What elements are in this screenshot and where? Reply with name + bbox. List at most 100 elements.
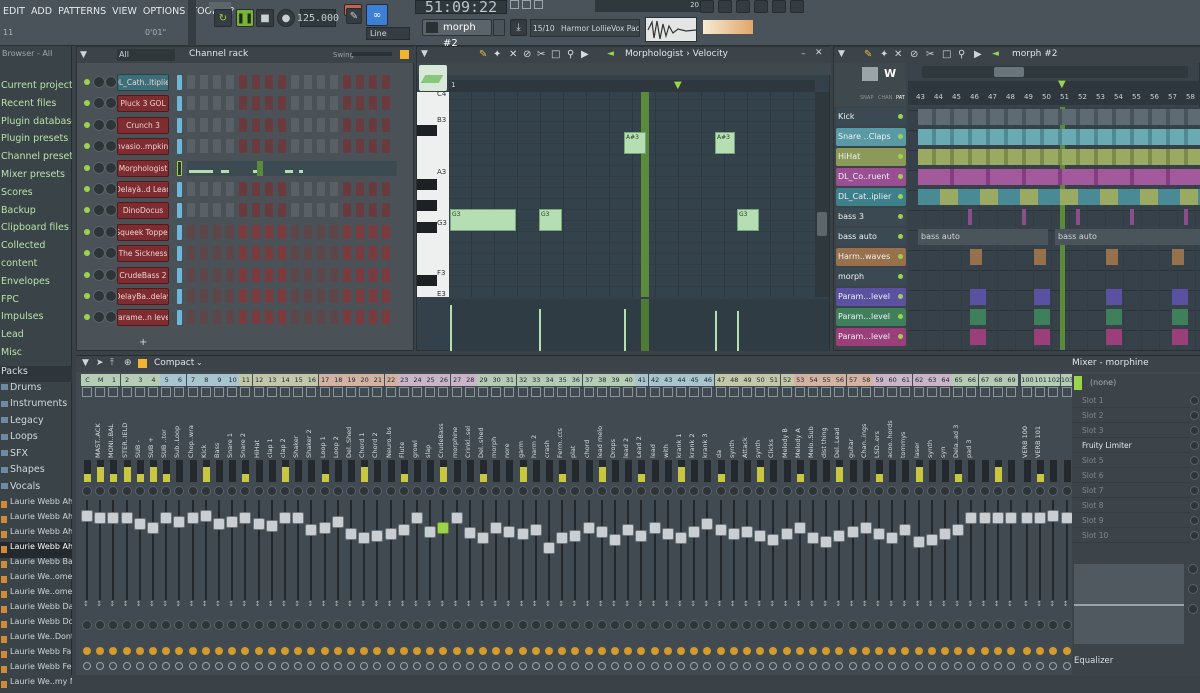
mixer-track[interactable]: 20 Chord 1 ↕ [358,374,372,676]
close-icon[interactable]: ✕ [815,48,823,58]
step-button[interactable] [382,203,390,218]
mixer-volume-fader[interactable] [1060,512,1073,524]
step-button[interactable] [356,96,364,111]
stereo-separation-icon[interactable]: ↕ [109,600,115,608]
mixer-send-knob[interactable] [926,620,937,630]
mixer-send-knob[interactable] [623,620,634,630]
browser-pack-folder[interactable]: Legacy [0,415,72,431]
step-button[interactable] [291,310,299,325]
stereo-separation-icon[interactable]: ↕ [307,600,313,608]
stereo-separation-icon[interactable]: ↕ [439,600,445,608]
mixer-volume-fader[interactable] [186,512,199,524]
step-button[interactable] [239,75,247,89]
step-button[interactable] [356,139,364,154]
mixer-pan-knob[interactable] [134,486,145,496]
step-button[interactable] [291,203,299,218]
record-mode-icon[interactable] [510,0,519,9]
mixer-route-icon[interactable] [1048,387,1059,397]
mixer-send-knob[interactable] [1061,620,1072,630]
mixer-route-icon[interactable] [478,387,488,397]
stereo-separation-icon[interactable]: ↕ [492,600,498,608]
stereo-separation-icon[interactable]: ↕ [809,600,815,608]
step-button[interactable] [369,267,377,282]
mixer-route-icon[interactable] [874,387,884,397]
mixer-record-icon[interactable] [1036,662,1045,670]
channel-knob[interactable] [105,225,117,238]
mixer-record-icon[interactable] [492,662,501,670]
mixer-enable-led[interactable] [96,647,105,655]
step-button[interactable] [356,310,364,325]
mixer-track[interactable]: 17 Loop 1 ↕ [318,374,332,676]
mixer-volume-fader[interactable] [411,512,423,524]
mixer-effect-slot[interactable]: Slot 5 [1072,454,1190,468]
channel-knob[interactable] [105,140,117,153]
stereo-separation-icon[interactable]: ↕ [585,600,591,608]
mixer-effect-slot[interactable]: Slot 10 [1072,529,1190,543]
mixer-volume-fader[interactable] [807,532,819,544]
mixer-send-knob[interactable] [95,620,106,630]
stereo-separation-icon[interactable]: ↕ [598,600,604,608]
mixer-pan-knob[interactable] [253,486,264,496]
mixer-volume-fader[interactable] [252,518,265,530]
mixer-pan-knob[interactable] [979,486,990,496]
mixer-volume-fader[interactable] [556,532,569,544]
mixer-route-icon[interactable] [464,387,475,397]
mixer-pan-knob[interactable] [887,486,898,496]
mixer-pan-knob[interactable] [1006,486,1016,496]
mixer-volume-fader[interactable] [978,512,991,524]
stereo-separation-icon[interactable]: ↕ [967,600,973,608]
mixer-volume-fader[interactable] [345,528,357,540]
clip-harm[interactable] [970,249,982,265]
step-button[interactable] [317,224,325,239]
minimize-icon[interactable]: – [801,49,806,59]
mixer-send-knob[interactable] [900,620,911,630]
mixer-enable-led[interactable] [967,647,976,655]
browser-item[interactable]: Plugin database [0,116,72,132]
channel-knob[interactable] [105,247,117,260]
step-button[interactable] [382,96,390,111]
mixer-route-icon[interactable] [451,387,462,397]
mixer-pan-knob[interactable] [1022,486,1032,496]
stereo-separation-icon[interactable]: ↕ [558,600,564,608]
mixer-effect-slot[interactable]: Slot 9 [1072,514,1190,528]
mixer-track[interactable]: 9 Bass ↕ [213,374,226,676]
mixer-track[interactable]: 16 Shaker 2 ↕ [305,374,319,676]
playlist-select-tool-icon[interactable]: □ [942,49,951,60]
mixer-volume-fader[interactable] [793,522,806,534]
mixer-send-knob[interactable] [913,620,924,630]
clip-bass-auto-2[interactable]: bass auto [1055,229,1200,245]
mixer-send-knob[interactable] [451,620,462,630]
mixer-send-knob[interactable] [834,620,845,630]
browser-item[interactable]: Collected [0,240,72,256]
mixer-route-icon[interactable] [834,387,845,397]
mixer-record-icon[interactable] [584,662,593,670]
clip-param[interactable] [970,289,986,305]
channel-knob[interactable] [93,97,105,110]
mixer-send-knob[interactable] [200,620,211,630]
mixer-send-knob[interactable] [108,620,119,630]
mixer-record-icon[interactable] [531,662,540,670]
mixer-track[interactable]: 5 SUB ..tor ↕ [160,374,174,676]
mixer-enable-led[interactable] [518,647,527,655]
channel-mute-led[interactable] [84,228,90,235]
mixer-volume-fader[interactable] [595,526,608,538]
mixer-pan-knob[interactable] [755,486,766,496]
mixer-volume-fader[interactable] [859,522,872,534]
mixer-effect-slot[interactable]: Slot 2 [1072,409,1190,423]
step-button[interactable] [252,246,260,261]
mixer-enable-led[interactable] [1007,647,1015,655]
mixer-send-knob[interactable] [636,620,647,630]
mixer-enable-led[interactable] [927,647,936,655]
step-button[interactable] [187,75,195,89]
playlist-draw-tool-icon[interactable]: ✎ [864,49,872,60]
mixer-route-icon[interactable] [253,387,264,397]
mixer-send-knob[interactable] [596,620,607,630]
channel-knob[interactable] [105,268,117,281]
mixer-route-icon[interactable] [557,387,568,397]
pattern-picker-icon[interactable] [426,22,438,33]
mixer-record-icon[interactable] [1023,662,1031,670]
mixer-record-icon[interactable] [96,662,105,670]
step-button[interactable] [278,139,286,154]
mixer-enable-led[interactable] [703,647,712,655]
stereo-separation-icon[interactable]: ↕ [360,600,366,608]
